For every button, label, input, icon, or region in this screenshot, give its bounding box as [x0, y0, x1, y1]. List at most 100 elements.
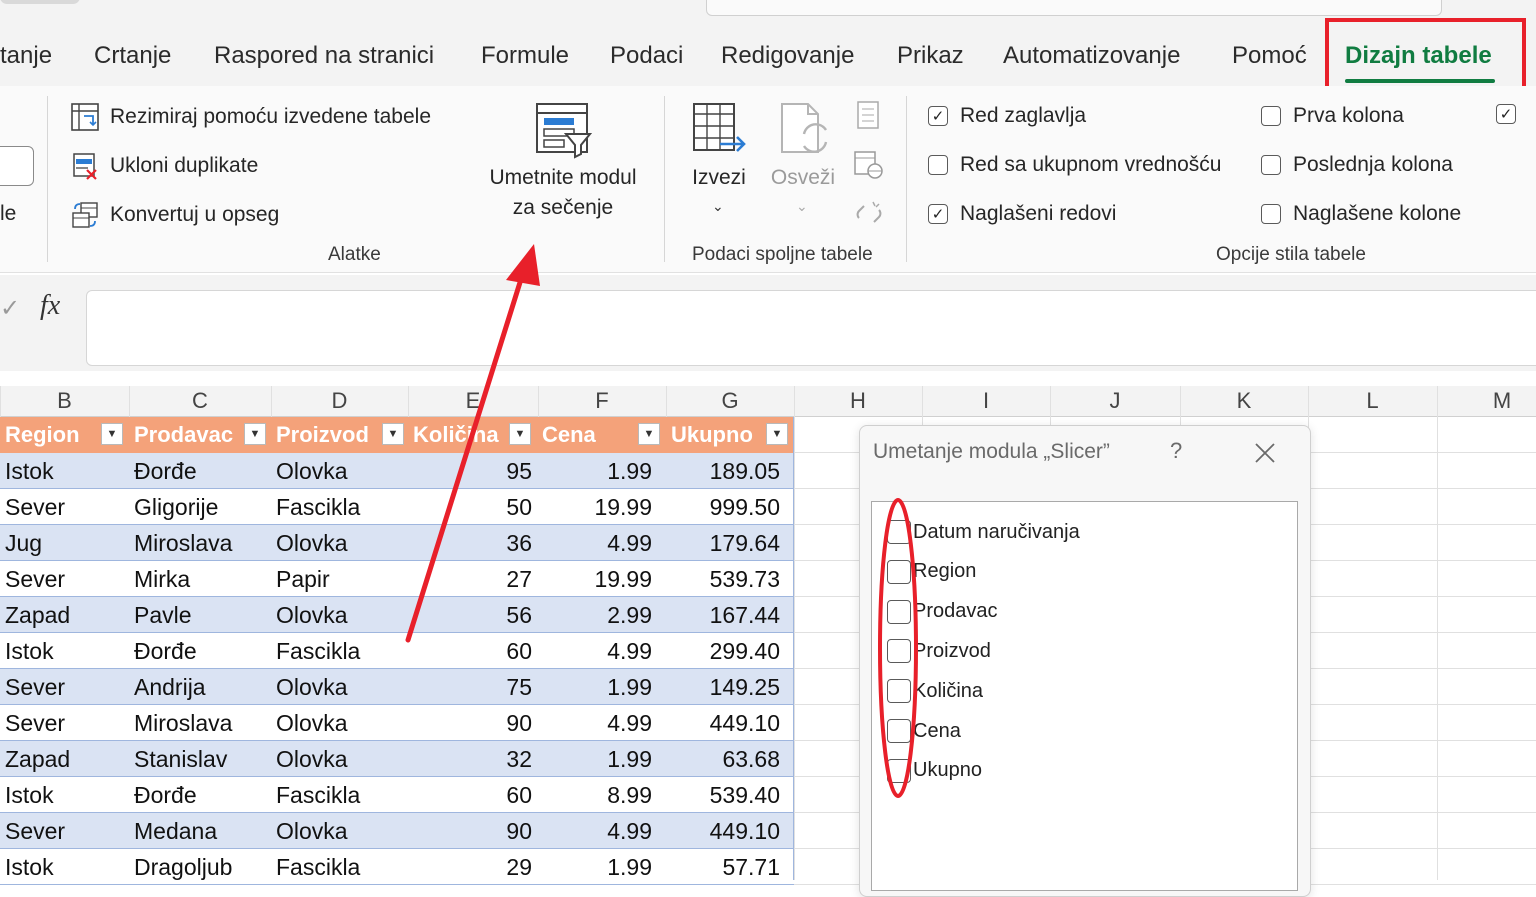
table-cell[interactable]: Olovka: [276, 741, 404, 777]
table-cell[interactable]: 27: [408, 561, 532, 597]
table-cell[interactable]: Sever: [5, 561, 125, 597]
table-cell[interactable]: 189.05: [666, 453, 780, 489]
table-cell[interactable]: 95: [408, 453, 532, 489]
close-icon[interactable]: [1252, 440, 1278, 466]
table-cell[interactable]: Zapad: [5, 597, 125, 633]
table-cell[interactable]: 90: [408, 705, 532, 741]
table-cell[interactable]: Fascikla: [276, 489, 404, 525]
slicer-field-item[interactable]: Prodavac: [887, 599, 998, 625]
table-cell[interactable]: Olovka: [276, 669, 404, 705]
table-cell[interactable]: 75: [408, 669, 532, 705]
header-kolicina: Količina: [413, 422, 499, 447]
table-cell[interactable]: 60: [408, 777, 532, 813]
table-right-border: [793, 417, 794, 880]
table-cell[interactable]: 32: [408, 741, 532, 777]
slicer-field-checkbox[interactable]: [887, 599, 911, 624]
table-cell[interactable]: 449.10: [666, 705, 780, 741]
filter-dropdown-icon[interactable]: ▼: [509, 423, 531, 445]
table-cell[interactable]: Istok: [5, 453, 125, 489]
slicer-field-checkbox[interactable]: [887, 679, 911, 704]
header-region: Region: [5, 422, 80, 447]
table-cell[interactable]: 179.64: [666, 525, 780, 561]
table-cell[interactable]: Andrija: [134, 669, 266, 705]
table-cell[interactable]: Sever: [5, 813, 125, 849]
table-cell[interactable]: 50: [408, 489, 532, 525]
table-cell[interactable]: 63.68: [666, 741, 780, 777]
table-cell[interactable]: Fascikla: [276, 777, 404, 813]
table-cell[interactable]: 449.10: [666, 813, 780, 849]
table-cell[interactable]: 4.99: [538, 705, 652, 741]
slicer-field-checkbox[interactable]: [887, 758, 911, 783]
table-cell[interactable]: 19.99: [538, 561, 652, 597]
table-cell[interactable]: Đorđe: [134, 633, 266, 669]
help-icon[interactable]: ?: [1170, 438, 1182, 464]
slicer-field-checkbox[interactable]: [887, 639, 911, 664]
table-cell[interactable]: 539.73: [666, 561, 780, 597]
table-cell[interactable]: Olovka: [276, 597, 404, 633]
table-cell[interactable]: 4.99: [538, 525, 652, 561]
table-cell[interactable]: 2.99: [538, 597, 652, 633]
grid-vertical-line: [1437, 386, 1438, 880]
slicer-field-item[interactable]: Cena: [887, 718, 961, 744]
slicer-field-item[interactable]: Proizvod: [887, 638, 991, 664]
table-cell[interactable]: 1.99: [538, 453, 652, 489]
filter-dropdown-icon[interactable]: ▼: [766, 423, 788, 445]
slicer-field-label: Region: [913, 560, 977, 583]
table-cell[interactable]: 19.99: [538, 489, 652, 525]
table-cell[interactable]: Miroslava: [134, 705, 266, 741]
slicer-field-item[interactable]: Datum naručivanja: [887, 519, 1080, 545]
table-cell[interactable]: Olovka: [276, 813, 404, 849]
table-cell[interactable]: Sever: [5, 705, 125, 741]
table-cell[interactable]: Miroslava: [134, 525, 266, 561]
table-cell[interactable]: 60: [408, 633, 532, 669]
dialog-title: Umetanje modula „Slicer”: [873, 440, 1110, 463]
slicer-field-checkbox[interactable]: [887, 520, 911, 544]
table-cell[interactable]: Zapad: [5, 741, 125, 777]
table-cell[interactable]: 56: [408, 597, 532, 633]
table-cell[interactable]: Pavle: [134, 597, 266, 633]
table-cell[interactable]: 999.50: [666, 489, 780, 525]
slicer-field-label: Količina: [913, 679, 984, 702]
slicer-field-label: Cena: [913, 719, 961, 742]
table-cell[interactable]: Papir: [276, 561, 404, 597]
slicer-field-checkbox[interactable]: [887, 719, 911, 743]
table-cell[interactable]: Sever: [5, 669, 125, 705]
table-cell[interactable]: 4.99: [538, 813, 652, 849]
table-cell[interactable]: 167.44: [666, 597, 780, 633]
table-cell[interactable]: 8.99: [538, 777, 652, 813]
table-cell[interactable]: Olovka: [276, 453, 404, 489]
table-cell[interactable]: 1.99: [538, 669, 652, 705]
slicer-field-label: Prodavac: [913, 600, 998, 623]
table-cell[interactable]: Gligorije: [134, 489, 266, 525]
slicer-field-item[interactable]: Ukupno: [887, 758, 982, 784]
table-cell[interactable]: 4.99: [538, 633, 652, 669]
slicer-field-item[interactable]: Količina: [887, 678, 983, 704]
slicer-field-label: Proizvod: [913, 639, 991, 662]
table-cell[interactable]: Olovka: [276, 525, 404, 561]
table-cell[interactable]: Istok: [5, 777, 125, 813]
table-cell[interactable]: Đorđe: [134, 453, 266, 489]
table-cell[interactable]: Đorđe: [134, 777, 266, 813]
table-cell[interactable]: 36: [408, 525, 532, 561]
table-cell[interactable]: 90: [408, 813, 532, 849]
table-cell[interactable]: Istok: [5, 633, 125, 669]
table-cell[interactable]: Olovka: [276, 705, 404, 741]
header-ukupno: Ukupno: [671, 422, 753, 447]
filter-dropdown-icon[interactable]: ▼: [382, 423, 404, 445]
table-cell[interactable]: 299.40: [666, 633, 780, 669]
table-cell[interactable]: 1.99: [538, 741, 652, 777]
slicer-field-checkbox[interactable]: [887, 559, 911, 584]
table-cell[interactable]: Sever: [5, 489, 125, 525]
table-cell[interactable]: Fascikla: [276, 633, 404, 669]
filter-dropdown-icon[interactable]: ▼: [101, 423, 123, 445]
table-cell[interactable]: Medana: [134, 813, 266, 849]
table-cell[interactable]: Stanislav: [134, 741, 266, 777]
filter-dropdown-icon[interactable]: ▼: [244, 423, 266, 445]
slicer-field-item[interactable]: Region: [887, 559, 976, 585]
table-cell[interactable]: 149.25: [666, 669, 780, 705]
table-cell[interactable]: Mirka: [134, 561, 266, 597]
table-cell[interactable]: Jug: [5, 525, 125, 561]
table-cell[interactable]: 539.40: [666, 777, 780, 813]
slicer-field-label: Ukupno: [913, 759, 982, 782]
filter-dropdown-icon[interactable]: ▼: [638, 423, 660, 445]
